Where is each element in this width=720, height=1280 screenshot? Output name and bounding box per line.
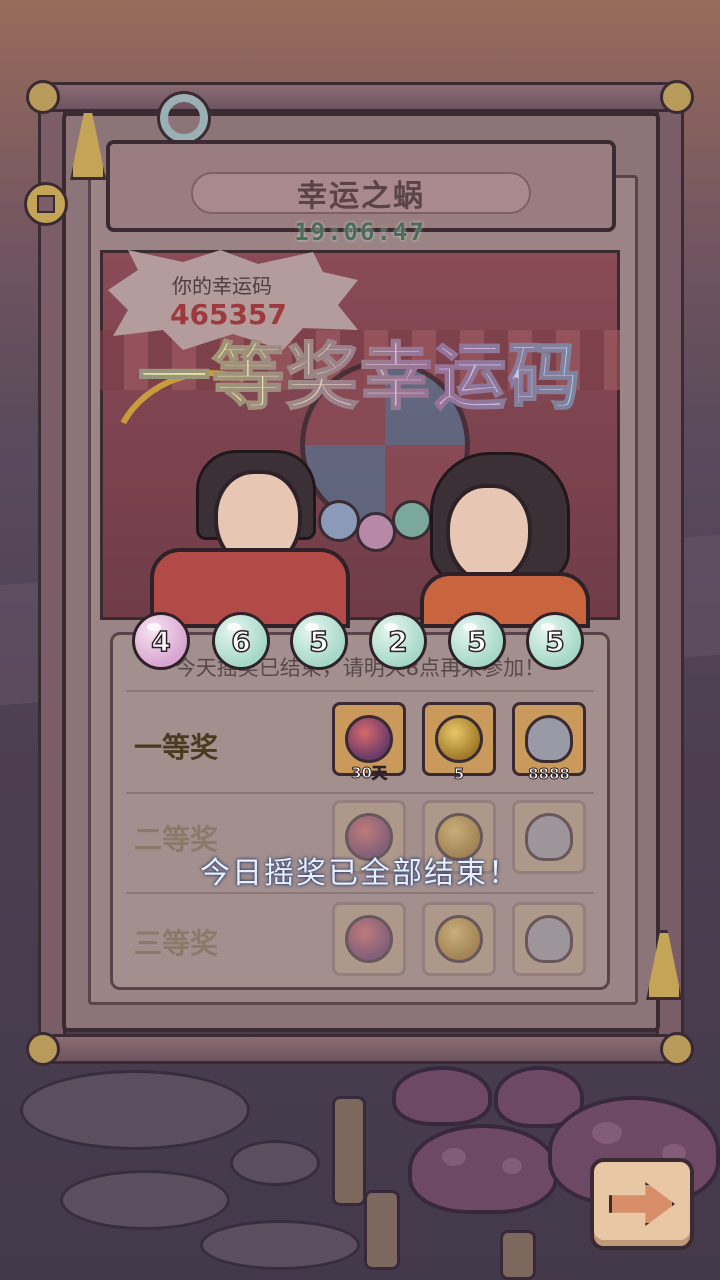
lady-head <box>446 484 532 584</box>
reward-slot[interactable]: 30天 <box>332 702 406 783</box>
ghost-icon <box>525 715 573 763</box>
number-ball: 2 <box>369 612 427 670</box>
rod-knob <box>26 80 60 114</box>
lucky-code-label: 你的幸运码 <box>172 274 272 298</box>
scroll-bottom-rod <box>40 1034 680 1064</box>
yin-yang-coin-icon <box>435 715 483 763</box>
row-divider <box>126 792 594 794</box>
reward-slot[interactable]: 5 <box>422 702 496 784</box>
reward-count: 5 <box>453 765 465 784</box>
yin-yang-coin-icon <box>435 915 483 963</box>
rod-knob <box>660 1032 694 1066</box>
reward-count: 30天 <box>351 764 388 783</box>
number-ball: 5 <box>448 612 506 670</box>
jade-ring-icon <box>157 91 211 145</box>
tier-label-third: 三等奖 <box>134 927 219 960</box>
page-title: 幸运之蜗 <box>191 172 531 214</box>
number-ball: 6 <box>212 612 270 670</box>
row-divider <box>126 892 594 894</box>
toast-message: 今日摇奖已全部结束！ <box>200 856 520 891</box>
countdown-timer: 19:06:47 <box>294 218 426 246</box>
winning-numbers: 4 6 5 2 5 5 <box>132 612 592 670</box>
row-divider <box>126 690 594 692</box>
lottery-ball <box>356 512 396 552</box>
scroll-top-rod <box>40 82 680 112</box>
lottery-ball <box>318 500 360 542</box>
crystal-ball-icon <box>345 915 393 963</box>
reward-slot[interactable] <box>512 902 586 976</box>
rod-knob <box>26 1032 60 1066</box>
number-ball: 5 <box>290 612 348 670</box>
tier-label-first: 一等奖 <box>134 731 219 764</box>
number-ball: 4 <box>132 612 190 670</box>
next-button[interactable] <box>590 1158 694 1250</box>
ghost-icon <box>525 915 573 963</box>
reward-slot[interactable] <box>422 902 496 976</box>
rod-knob <box>660 80 694 114</box>
crystal-ball-icon <box>345 715 393 763</box>
lottery-ball <box>392 500 432 540</box>
reward-slot[interactable] <box>332 902 406 976</box>
reward-count: 8888 <box>528 765 571 784</box>
number-ball: 5 <box>526 612 584 670</box>
first-prize-banner: 一等奖幸运码 <box>0 318 720 423</box>
reward-slot[interactable]: 8888 <box>512 702 586 784</box>
arrow-right-icon <box>609 1182 675 1226</box>
